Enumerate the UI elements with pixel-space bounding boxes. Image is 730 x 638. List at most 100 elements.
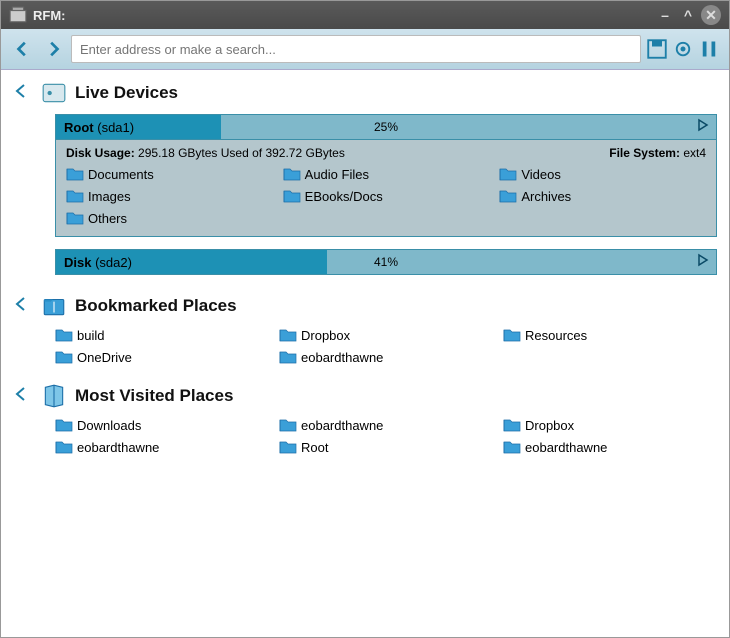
section-live-devices: Live Devices Root (sda1) 25% — [13, 80, 717, 275]
folder-item[interactable]: EBooks/Docs — [283, 188, 490, 204]
device-percent: 25% — [374, 120, 398, 134]
window-title: RFM: — [33, 8, 652, 23]
section-bookmarked: Bookmarked Places build Dropbox Resources O… — [13, 293, 717, 365]
folder-icon — [503, 327, 521, 343]
bookmark-grid: build Dropbox Resources OneDrive eobardthawn… — [55, 327, 717, 365]
device-bar[interactable]: Root (sda1) 25% — [55, 114, 717, 140]
folder-icon — [283, 188, 301, 204]
folder-label: OneDrive — [77, 350, 132, 365]
folder-item[interactable]: eobardthawne — [55, 439, 269, 455]
folder-icon — [503, 439, 521, 455]
device-percent: 41% — [374, 255, 398, 269]
device-name: Disk (sda2) — [56, 255, 132, 270]
device-folders: Documents Audio Files Videos Images EBooks/D… — [66, 166, 706, 226]
device-root: Root (sda1) 25% Disk Usage: 295.18 GByte… — [55, 114, 717, 237]
folder-item[interactable]: Documents — [66, 166, 273, 182]
folder-label: Audio Files — [305, 167, 369, 182]
folder-label: Archives — [521, 189, 571, 204]
maximize-button[interactable]: ^ — [678, 5, 698, 25]
folder-item[interactable]: Resources — [503, 327, 717, 343]
folder-item[interactable]: eobardthawne — [503, 439, 717, 455]
collapse-arrow-icon[interactable] — [13, 386, 33, 407]
folder-icon — [499, 188, 517, 204]
folder-label: eobardthawne — [525, 440, 607, 455]
minimize-button[interactable]: – — [655, 5, 675, 25]
toolbar — [1, 29, 729, 70]
folder-icon — [503, 417, 521, 433]
folder-item[interactable]: eobardthawne — [279, 417, 493, 433]
folder-item[interactable]: Dropbox — [503, 417, 717, 433]
folder-label: Documents — [88, 167, 154, 182]
folder-label: eobardthawne — [301, 350, 383, 365]
expand-arrow-icon[interactable] — [696, 118, 710, 137]
folder-label: Videos — [521, 167, 561, 182]
app-icon — [9, 6, 27, 24]
folder-icon — [66, 210, 84, 226]
device-name: Root (sda1) — [56, 120, 134, 135]
folder-label: Resources — [525, 328, 587, 343]
search-input[interactable] — [80, 42, 632, 57]
folder-item[interactable]: Videos — [499, 166, 706, 182]
folder-label: eobardthawne — [77, 440, 159, 455]
section-title: Bookmarked Places — [75, 296, 237, 316]
most-visited-icon — [41, 383, 67, 409]
folder-icon — [55, 439, 73, 455]
folder-icon — [66, 166, 84, 182]
save-icon[interactable] — [647, 39, 667, 59]
folder-label: Others — [88, 211, 127, 226]
tools-icon[interactable] — [699, 39, 719, 59]
folder-item[interactable]: Audio Files — [283, 166, 490, 182]
device-disk: Disk (sda2) 41% — [55, 249, 717, 275]
folder-icon — [55, 417, 73, 433]
folder-item[interactable]: Root — [279, 439, 493, 455]
folder-item[interactable]: Dropbox — [279, 327, 493, 343]
settings-icon[interactable] — [673, 39, 693, 59]
content-area: Live Devices Root (sda1) 25% — [1, 70, 729, 637]
back-button[interactable] — [11, 37, 35, 61]
folder-icon — [66, 188, 84, 204]
folder-item[interactable]: OneDrive — [55, 349, 269, 365]
close-button[interactable]: ✕ — [701, 5, 721, 25]
folder-label: EBooks/Docs — [305, 189, 383, 204]
section-title: Live Devices — [75, 83, 178, 103]
device-info: Disk Usage: 295.18 GBytes Used of 392.72… — [66, 146, 706, 160]
folder-icon — [283, 166, 301, 182]
folder-label: build — [77, 328, 104, 343]
section-title: Most Visited Places — [75, 386, 233, 406]
section-most-visited: Most Visited Places Downloads eobardthawn… — [13, 383, 717, 455]
bookmarks-icon — [41, 293, 67, 319]
folder-icon — [279, 439, 297, 455]
folder-label: Images — [88, 189, 131, 204]
folder-label: Dropbox — [525, 418, 574, 433]
folder-item[interactable]: Archives — [499, 188, 706, 204]
folder-item[interactable]: eobardthawne — [279, 349, 493, 365]
folder-icon — [499, 166, 517, 182]
section-header: Bookmarked Places — [13, 293, 717, 319]
folder-item[interactable]: Downloads — [55, 417, 269, 433]
folder-item[interactable]: build — [55, 327, 269, 343]
folder-label: Downloads — [77, 418, 141, 433]
live-devices-icon — [41, 80, 67, 106]
folder-icon — [55, 349, 73, 365]
folder-label: Dropbox — [301, 328, 350, 343]
folder-item[interactable]: Others — [66, 210, 273, 226]
folder-icon — [279, 327, 297, 343]
forward-button[interactable] — [41, 37, 65, 61]
folder-icon — [279, 349, 297, 365]
folder-label: eobardthawne — [301, 418, 383, 433]
folder-label: Root — [301, 440, 328, 455]
collapse-arrow-icon[interactable] — [13, 296, 33, 317]
most-visited-grid: Downloads eobardthawne Dropbox eobardthawne… — [55, 417, 717, 455]
device-details: Disk Usage: 295.18 GBytes Used of 392.72… — [55, 140, 717, 237]
app-window: RFM: – ^ ✕ — [0, 0, 730, 638]
folder-icon — [55, 327, 73, 343]
section-header: Most Visited Places — [13, 383, 717, 409]
device-bar[interactable]: Disk (sda2) 41% — [55, 249, 717, 275]
section-header: Live Devices — [13, 80, 717, 106]
folder-item[interactable]: Images — [66, 188, 273, 204]
expand-arrow-icon[interactable] — [696, 253, 710, 272]
folder-icon — [279, 417, 297, 433]
address-bar[interactable] — [71, 35, 641, 63]
collapse-arrow-icon[interactable] — [13, 83, 33, 104]
titlebar: RFM: – ^ ✕ — [1, 1, 729, 29]
